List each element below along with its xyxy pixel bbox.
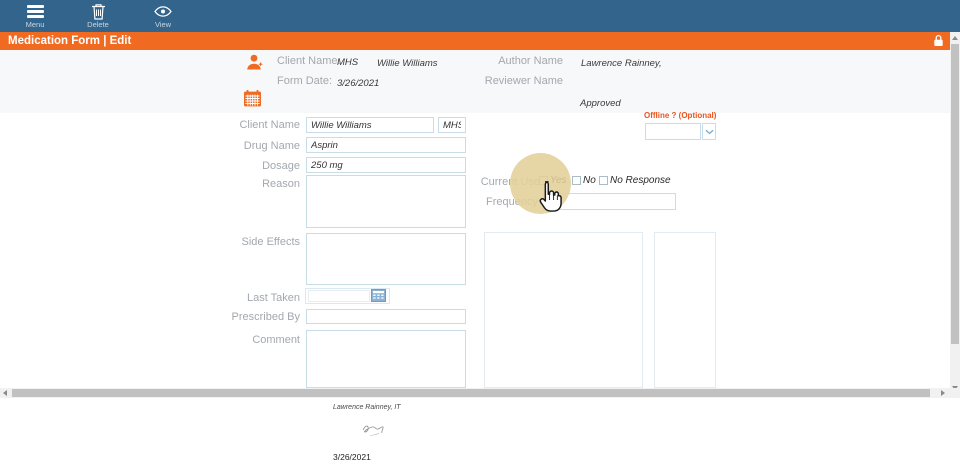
signature-scribble — [360, 422, 388, 445]
form-header-panel: Client Name: MHS Willie Williams Author … — [0, 50, 950, 113]
offline-optional-label: Offline ? (Optional) — [644, 111, 716, 120]
last-taken-label: Last Taken — [247, 292, 300, 304]
header-form-date-label: Form Date: — [277, 75, 332, 87]
dosage-label: Dosage — [262, 160, 300, 172]
calendar-icon — [243, 89, 262, 113]
date-picker-button[interactable] — [371, 289, 386, 302]
date-picker-calendar-icon — [371, 289, 386, 302]
current-use-noresponse-checkbox[interactable] — [599, 176, 608, 185]
comment-label: Comment — [252, 334, 300, 346]
page-title: Medication Form | Edit — [8, 35, 131, 47]
prescribed-by-input[interactable] — [306, 309, 466, 324]
drug-name-input[interactable] — [306, 137, 466, 153]
signature-footer: Lawrence Rainney, IT 3/26/2021 — [0, 398, 960, 469]
vertical-scrollbar-thumb[interactable] — [951, 44, 959, 344]
delete-button-label: Delete — [87, 20, 109, 29]
trash-icon — [91, 3, 106, 20]
side-effects-textarea[interactable] — [306, 233, 466, 285]
client-name-input[interactable] — [306, 117, 434, 133]
reason-label: Reason — [262, 178, 300, 190]
comment-textarea[interactable] — [306, 330, 466, 388]
dosage-input[interactable] — [306, 157, 466, 173]
view-button[interactable]: View — [145, 3, 181, 29]
header-author-name-label: Author Name — [498, 55, 563, 67]
view-button-label: View — [155, 20, 171, 29]
scroll-left-arrow-icon[interactable] — [3, 390, 7, 396]
title-bar: Medication Form | Edit — [0, 32, 950, 50]
client-name-label: Client Name — [239, 119, 300, 131]
scroll-up-arrow-icon[interactable] — [952, 36, 958, 40]
chevron-down-icon — [705, 129, 714, 135]
delete-button[interactable]: Delete — [80, 3, 116, 29]
hand-cursor-icon — [536, 180, 566, 219]
offline-dropdown-input[interactable] — [645, 123, 701, 140]
person-add-icon — [246, 54, 264, 76]
current-use-noresponse-label: No Response — [610, 175, 671, 186]
header-form-date: 3/26/2021 — [337, 78, 379, 89]
scrollbar-corner — [950, 388, 960, 398]
horizontal-scrollbar[interactable] — [0, 388, 950, 398]
right-panel-large-box[interactable] — [484, 232, 643, 388]
current-use-no-checkbox[interactable] — [572, 176, 581, 185]
eye-icon — [154, 6, 172, 17]
top-toolbar: Menu Delete View — [0, 0, 960, 32]
header-client-name: Willie Williams — [377, 58, 438, 69]
scroll-right-arrow-icon[interactable] — [941, 390, 945, 396]
header-client-code: MHS — [337, 57, 358, 68]
menu-button-label: Menu — [26, 20, 45, 29]
horizontal-scrollbar-thumb[interactable] — [12, 389, 930, 397]
right-panel-narrow-box[interactable] — [654, 232, 716, 388]
client-code-input[interactable] — [438, 117, 466, 133]
signature-date: 3/26/2021 — [333, 452, 371, 462]
drug-name-label: Drug Name — [244, 140, 300, 152]
header-status: Approved — [580, 98, 621, 109]
header-reviewer-name-label: Reviewer Name — [485, 75, 563, 87]
menu-icon — [27, 5, 44, 18]
offline-dropdown-button[interactable] — [702, 123, 716, 140]
reason-textarea[interactable] — [306, 175, 466, 228]
last-taken-input[interactable] — [308, 290, 370, 302]
menu-button[interactable]: Menu — [17, 3, 53, 29]
header-author-name: Lawrence Rainney, — [581, 58, 662, 69]
side-effects-label: Side Effects — [242, 236, 301, 248]
header-client-name-label: Client Name: — [277, 55, 341, 67]
vertical-scrollbar[interactable] — [950, 32, 960, 398]
prescribed-by-label: Prescribed By — [232, 311, 300, 323]
medication-form-screen: Menu Delete View Medication Form | Edit — [0, 0, 960, 469]
signed-by-text: Lawrence Rainney, IT — [333, 404, 401, 411]
current-use-no-label: No — [583, 175, 596, 186]
